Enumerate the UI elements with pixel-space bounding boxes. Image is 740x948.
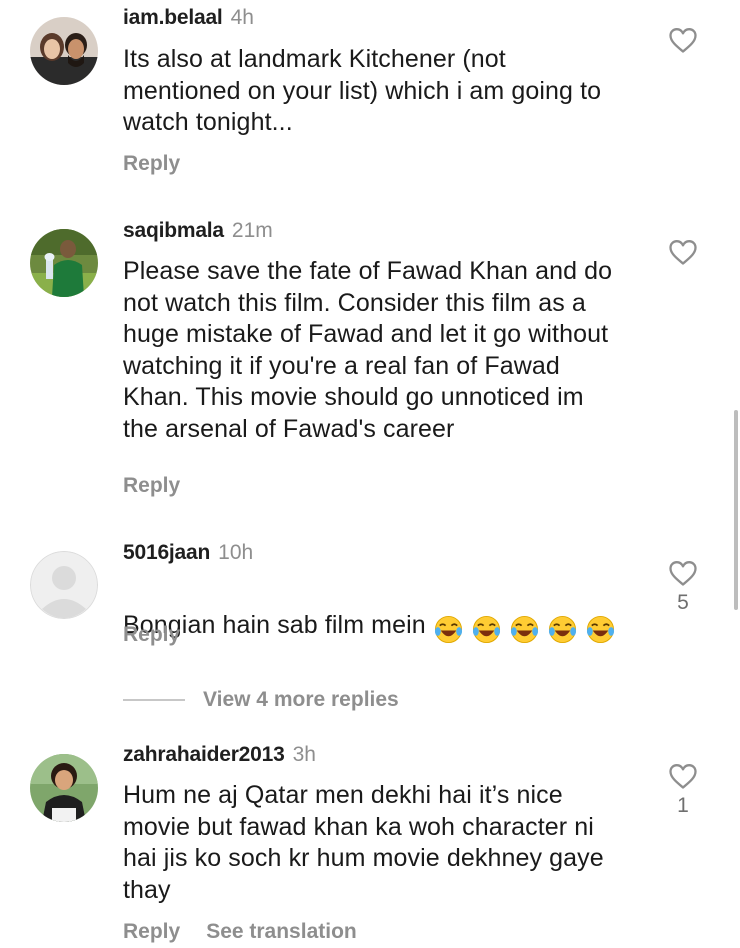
divider-line	[123, 699, 185, 701]
like-control: 5	[666, 560, 700, 615]
comment-item: 5016jaan 10h Bongian hain sab film mein R…	[0, 530, 740, 670]
comment-meta: iam.belaal 4h	[123, 5, 254, 31]
like-control: 1	[666, 763, 700, 818]
comment-actions: Reply See translation	[123, 919, 357, 945]
username[interactable]: saqibmala	[123, 219, 224, 242]
comment-text: Bongian hain sab film mein	[123, 578, 663, 645]
username[interactable]: iam.belaal	[123, 6, 223, 29]
comment-text: Its also at landmark Kitchener (not ment…	[123, 45, 602, 136]
heart-outline-icon[interactable]	[668, 27, 698, 54]
avatar[interactable]	[30, 229, 98, 297]
heart-outline-icon[interactable]	[668, 239, 698, 266]
heart-outline-icon[interactable]	[668, 763, 698, 790]
username[interactable]: 5016jaan	[123, 541, 210, 564]
avatar[interactable]	[30, 754, 98, 822]
like-count: 5	[677, 591, 689, 614]
comment-meta: saqibmala 21m	[123, 218, 273, 244]
reply-button[interactable]: Reply	[123, 623, 180, 646]
see-translation-button[interactable]: See translation	[206, 920, 357, 943]
timestamp: 21m	[231, 219, 273, 242]
reply-button[interactable]: Reply	[123, 152, 180, 175]
timestamp: 3h	[292, 743, 316, 766]
like-control	[666, 27, 700, 54]
comment-item: zahrahaider2013 3h Hum ne aj Qatar men de…	[0, 732, 740, 948]
comment-meta: zahrahaider2013 3h	[123, 742, 316, 768]
heart-outline-icon[interactable]	[668, 560, 698, 587]
comment-text: Hum ne aj Qatar men dekhi hai it’s nice …	[123, 781, 604, 904]
timestamp: 10h	[218, 541, 254, 564]
comment-text: Please save the fate of Fawad Khan and d…	[123, 257, 613, 443]
scrollbar[interactable]	[734, 410, 738, 610]
view-more-replies-button[interactable]: View 4 more replies	[123, 686, 399, 714]
avatar[interactable]	[30, 17, 98, 85]
default-avatar-icon[interactable]	[30, 551, 98, 619]
reply-button[interactable]: Reply	[123, 920, 180, 943]
comment-item: iam.belaal 4h Its also at landmark Kitche…	[0, 0, 740, 200]
username[interactable]: zahrahaider2013	[123, 743, 285, 766]
comment-item: saqibmala 21m Please save the fate of Faw…	[0, 210, 740, 510]
laughing-emoji-icon	[434, 614, 617, 646]
timestamp: 4h	[230, 6, 254, 29]
comment-actions: Reply	[123, 151, 180, 177]
like-control	[666, 239, 700, 266]
view-more-replies-label: View 4 more replies	[203, 688, 399, 711]
comment-actions: Reply	[123, 473, 180, 499]
reply-button[interactable]: Reply	[123, 474, 180, 497]
comment-actions: Reply	[123, 622, 180, 648]
comment-meta: 5016jaan 10h	[123, 540, 253, 566]
like-count: 1	[677, 794, 689, 817]
